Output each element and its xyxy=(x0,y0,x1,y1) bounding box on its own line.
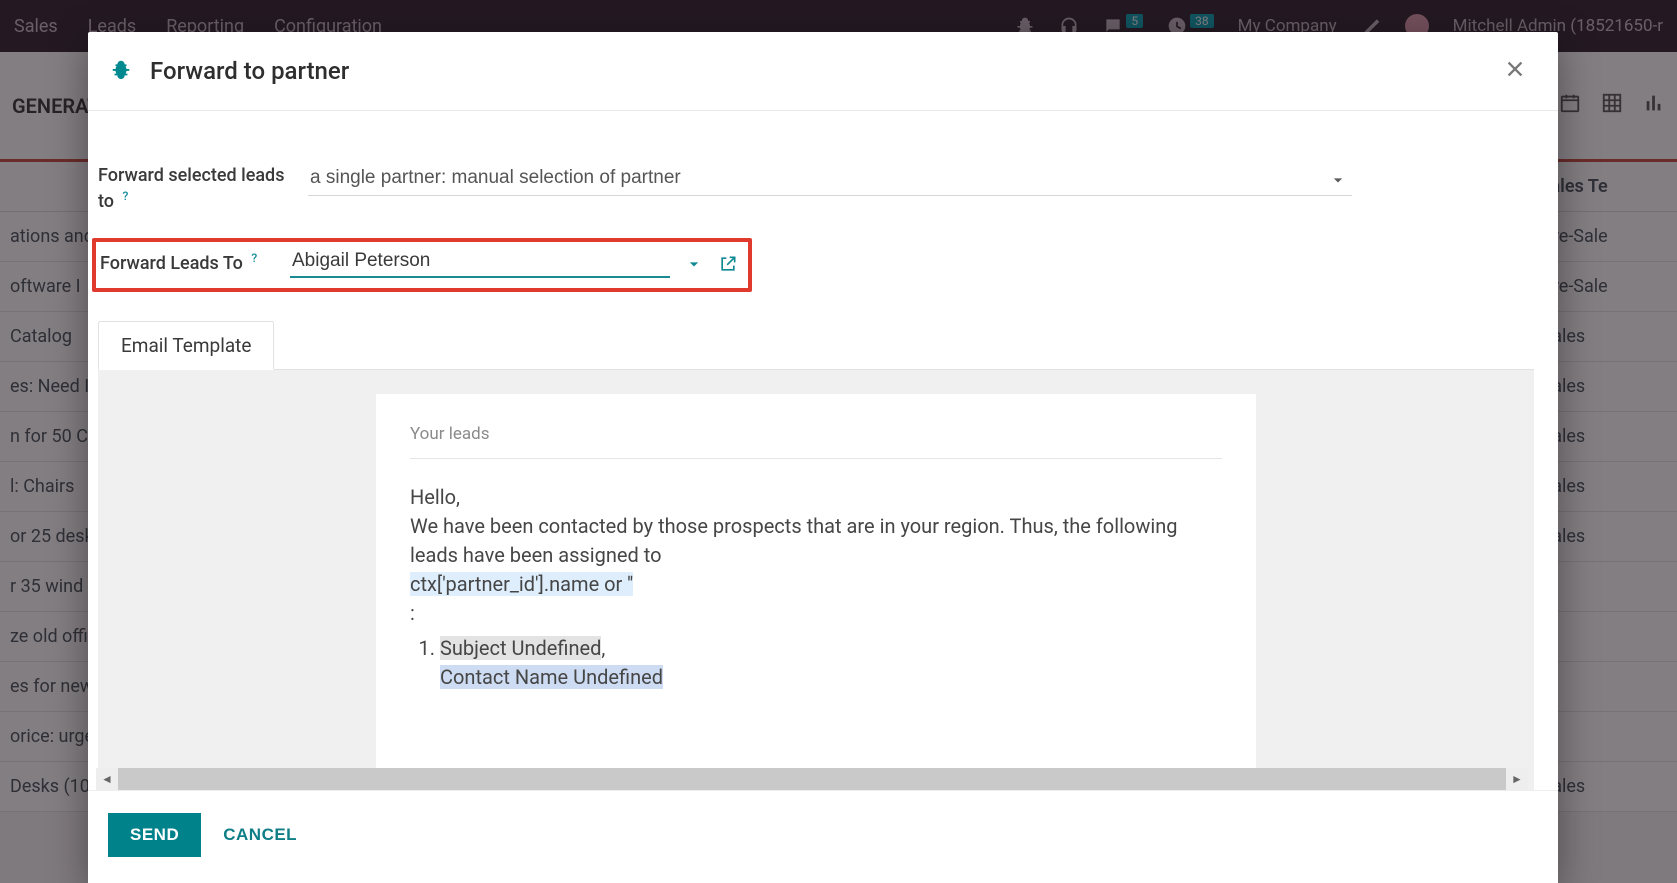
tab-email-template[interactable]: Email Template xyxy=(98,321,274,370)
help-icon[interactable]: ? xyxy=(251,251,257,265)
forward-leads-to-label: Forward Leads To xyxy=(100,253,243,274)
email-greeting: Hello, xyxy=(410,483,1222,512)
field-forward-leads-to-highlight: Forward Leads To ? xyxy=(92,238,752,292)
email-subject: Your leads xyxy=(410,424,1222,459)
modal-body: Forward selected leads to ? Forward Lead… xyxy=(88,111,1558,790)
email-line1: We have been contacted by those prospect… xyxy=(410,514,1178,567)
scroll-left-icon[interactable]: ◄ xyxy=(96,772,118,786)
email-template-pane: Your leads Hello, We have been contacted… xyxy=(98,370,1534,790)
close-button[interactable] xyxy=(1500,54,1530,88)
send-button[interactable]: SEND xyxy=(108,813,201,857)
email-colon: : xyxy=(410,599,1222,628)
bug-icon xyxy=(110,58,132,84)
email-preview[interactable]: Your leads Hello, We have been contacted… xyxy=(376,394,1256,790)
help-icon[interactable]: ? xyxy=(122,189,128,203)
token-subject: Subject Undefined xyxy=(440,636,601,660)
comma: , xyxy=(601,636,605,660)
scroll-right-icon[interactable]: ► xyxy=(1506,772,1528,786)
modal-title: Forward to partner xyxy=(150,57,1482,85)
forward-to-partner-modal: Forward to partner Forward selected lead… xyxy=(88,32,1558,883)
forward-leads-to-input[interactable] xyxy=(290,248,670,278)
horizontal-scrollbar[interactable]: ◄ ► xyxy=(96,768,1528,790)
modal-scroll[interactable]: Forward selected leads to ? Forward Lead… xyxy=(88,111,1544,790)
modal-header: Forward to partner xyxy=(88,32,1558,111)
external-link-icon[interactable] xyxy=(718,253,738,274)
tabs: Email Template xyxy=(98,320,1534,370)
modal-footer: SEND CANCEL xyxy=(88,790,1558,883)
cancel-button[interactable]: CANCEL xyxy=(223,825,297,845)
scroll-track[interactable] xyxy=(118,768,1506,790)
field-forward-selected: Forward selected leads to ? xyxy=(98,163,1534,214)
lead-list-item: Subject Undefined, Contact Name Undefine… xyxy=(440,634,1222,692)
email-body: Hello, We have been contacted by those p… xyxy=(410,483,1222,692)
token-partner: ctx['partner_id'].name or '' xyxy=(410,572,633,596)
token-contact: Contact Name Undefined xyxy=(440,665,663,689)
forward-selected-select[interactable] xyxy=(308,163,1352,196)
chevron-down-icon[interactable] xyxy=(684,253,704,274)
